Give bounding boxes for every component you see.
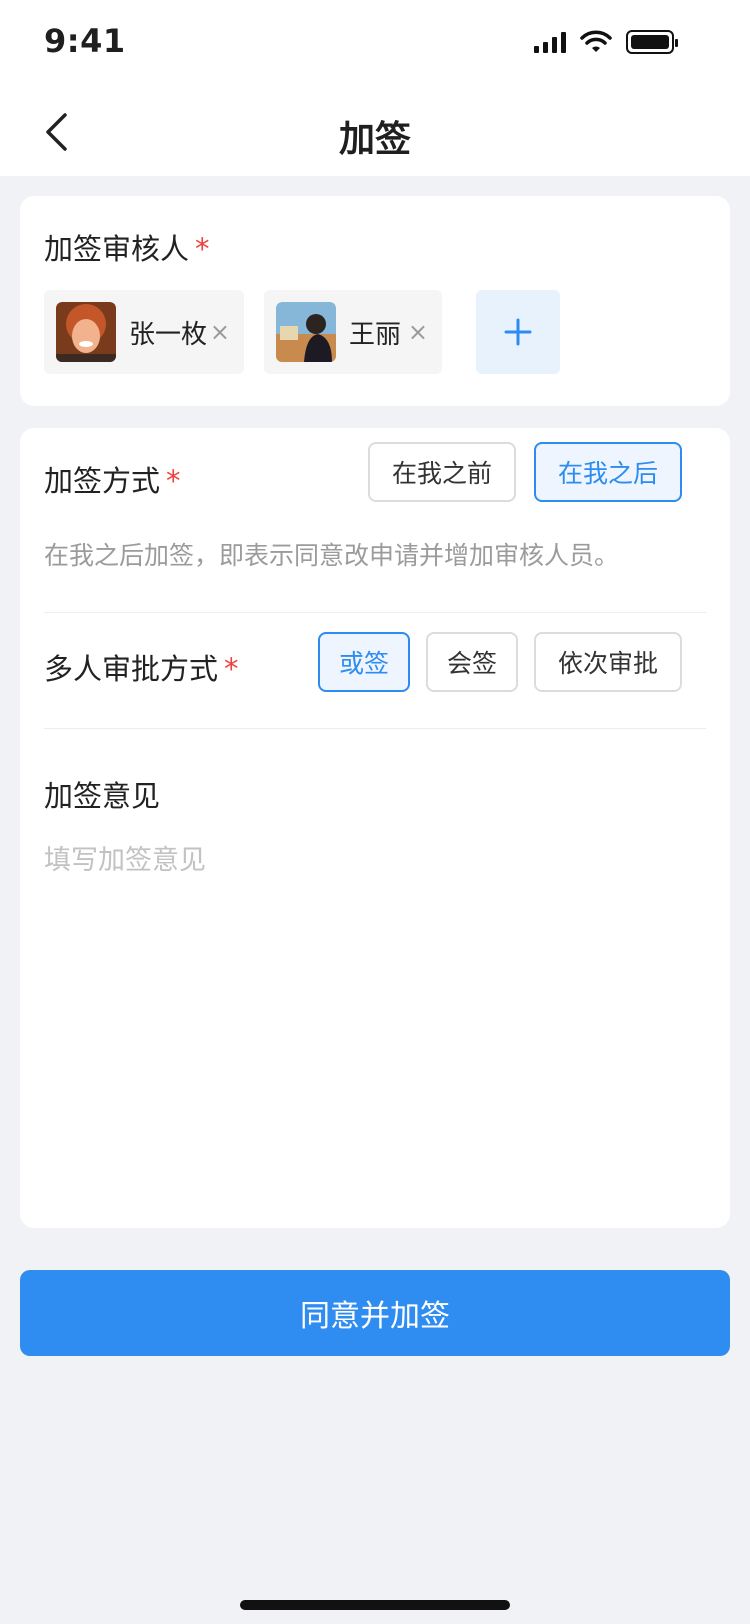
required-mark: * <box>166 464 181 498</box>
submit-button[interactable]: 同意并加签 <box>20 1270 730 1356</box>
approvers-label-row: 加签审核人 * <box>44 226 210 268</box>
opinion-input[interactable] <box>44 838 704 1198</box>
option-or-sign[interactable]: 或签 <box>318 632 410 692</box>
approver-name: 张一枚 <box>129 319 208 350</box>
page-title: 加签 <box>338 119 411 160</box>
avatar <box>56 302 116 362</box>
approvers-label: 加签审核人 <box>44 232 190 266</box>
options-card: 加签方式 * 在我之前 在我之后 在我之后加签，即表示同意改申请并增加审核人员。 … <box>20 428 730 1228</box>
multi-approval-label-row: 多人审批方式 * <box>44 646 239 688</box>
nav-bar: 加签 <box>0 88 750 176</box>
option-joint-sign[interactable]: 会签 <box>426 632 518 692</box>
approvers-card: 加签审核人 * 张一枚 × 王丽 × <box>20 196 730 406</box>
status-bar: 9:41 <box>0 0 750 88</box>
opinion-label: 加签意见 <box>44 779 161 813</box>
status-icons <box>534 30 678 54</box>
required-mark: * <box>195 232 210 266</box>
remove-approver-icon[interactable]: × <box>408 318 428 346</box>
multi-approval-label: 多人审批方式 <box>44 652 219 686</box>
sign-method-hint: 在我之后加签，即表示同意改申请并增加审核人员。 <box>44 541 620 570</box>
cellular-signal-icon <box>534 31 566 53</box>
approver-chip: 张一枚 × <box>44 290 244 374</box>
option-sequential[interactable]: 依次审批 <box>534 632 682 692</box>
remove-approver-icon[interactable]: × <box>210 318 230 346</box>
wifi-icon <box>580 30 612 52</box>
battery-icon <box>626 30 678 54</box>
plus-icon <box>504 318 532 346</box>
home-indicator <box>240 1600 510 1610</box>
approver-chip: 王丽 × <box>264 290 442 374</box>
add-approver-button[interactable] <box>476 290 560 374</box>
approver-name: 王丽 <box>349 319 402 350</box>
avatar <box>276 302 336 362</box>
divider <box>44 728 706 729</box>
divider <box>44 612 706 613</box>
required-mark: * <box>224 652 239 686</box>
sign-method-label: 加签方式 <box>44 464 161 498</box>
option-before-me[interactable]: 在我之前 <box>368 442 516 502</box>
sign-method-label-row: 加签方式 * <box>44 458 181 500</box>
option-after-me[interactable]: 在我之后 <box>534 442 682 502</box>
status-time: 9:41 <box>44 22 126 60</box>
